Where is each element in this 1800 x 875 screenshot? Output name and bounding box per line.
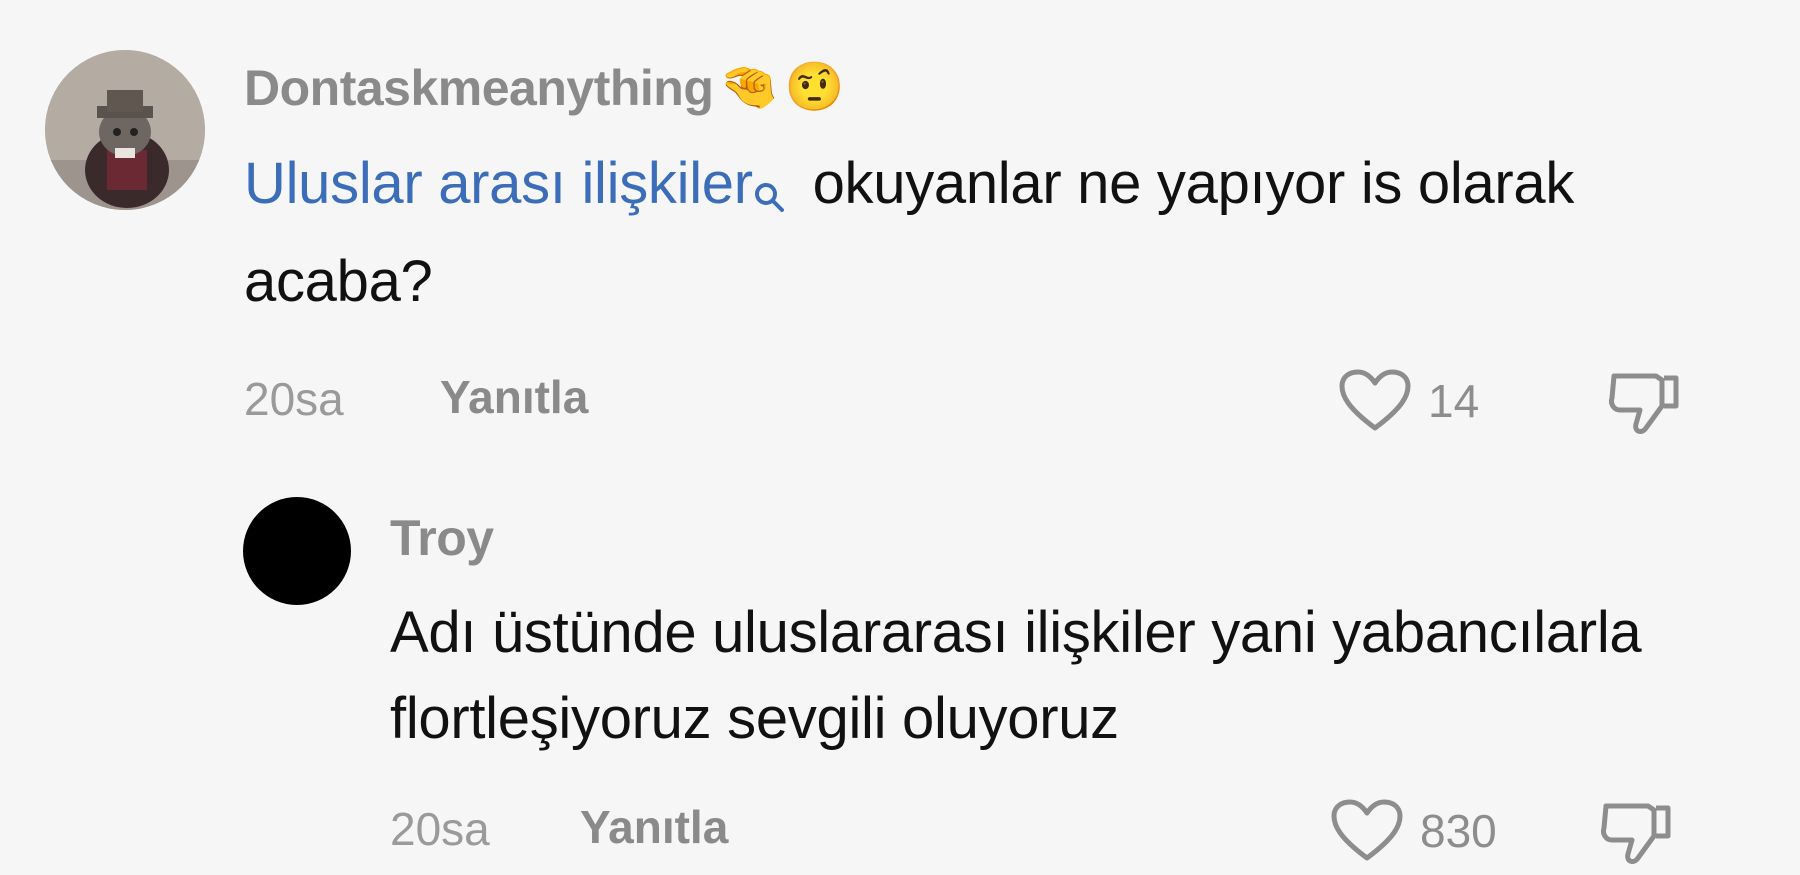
- dislike-button[interactable]: [1606, 366, 1684, 445]
- raised-eyebrow-emoji: 🤨: [784, 61, 845, 114]
- heart-icon: [1331, 799, 1403, 861]
- pinching-hand-emoji: 🤏: [719, 61, 779, 114]
- dislike-button[interactable]: [1598, 796, 1676, 875]
- timestamp: 20sa: [390, 803, 490, 855]
- thumbs-down-icon: [1609, 373, 1679, 434]
- heart-icon: [1339, 369, 1411, 431]
- search-link[interactable]: Uluslar arası ilişkiler: [244, 151, 753, 216]
- reply-button[interactable]: Yanıtla: [580, 800, 728, 854]
- like-button[interactable]: 830: [1330, 798, 1497, 864]
- like-count: 14: [1428, 375, 1480, 427]
- username[interactable]: Dontaskmeanything 🤏 🤨: [244, 58, 844, 118]
- like-count: 830: [1420, 805, 1497, 857]
- username[interactable]: Troy: [390, 508, 494, 568]
- timestamp: 20sa: [244, 373, 344, 425]
- avatar[interactable]: [243, 497, 351, 605]
- like-button[interactable]: 14: [1338, 368, 1479, 434]
- reply-button[interactable]: Yanıtla: [440, 370, 588, 424]
- comment-text: Uluslar arası ilişkiler okuyanlar ne yap…: [244, 150, 1575, 314]
- cat-avatar-image: [45, 50, 205, 210]
- thumbs-down-icon: [1601, 803, 1671, 864]
- avatar[interactable]: [45, 50, 205, 210]
- comment-text: Adı üstünde uluslararası ilişkiler yani …: [390, 600, 1642, 751]
- search-icon[interactable]: [753, 150, 785, 238]
